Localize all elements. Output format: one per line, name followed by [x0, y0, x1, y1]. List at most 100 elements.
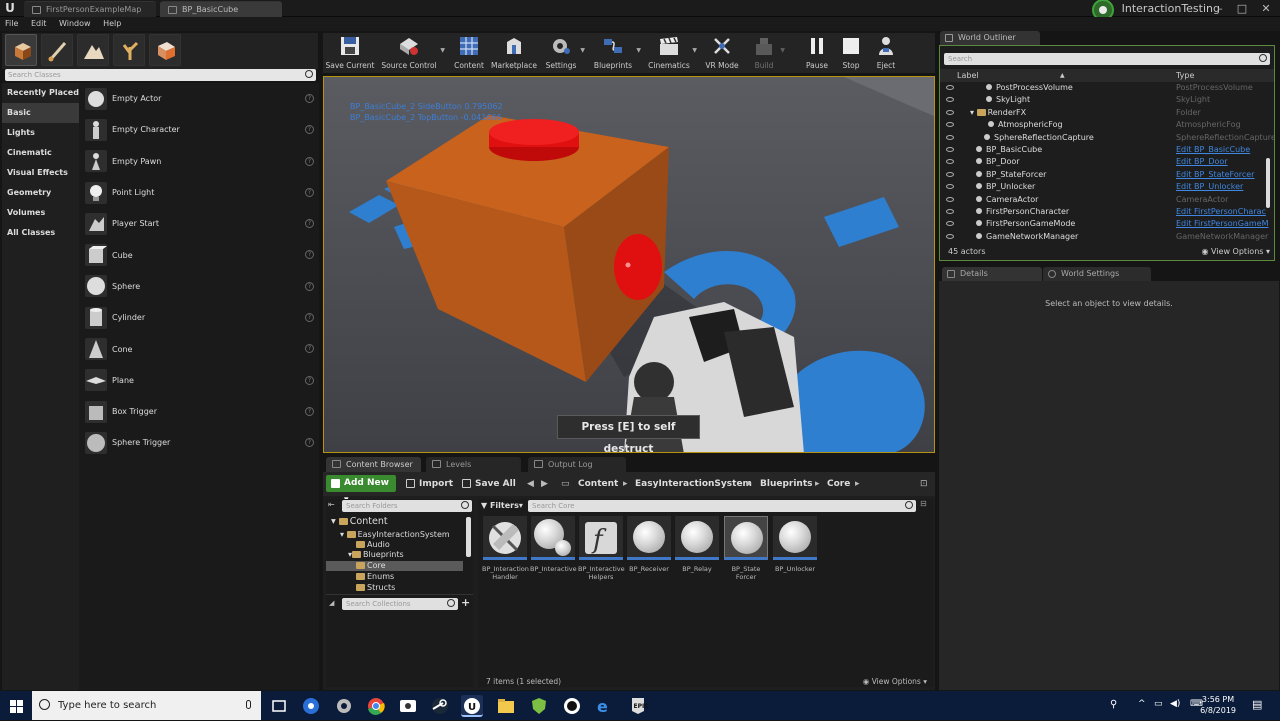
- outliner-scrollbar[interactable]: [1266, 158, 1270, 208]
- start-button[interactable]: [0, 691, 32, 720]
- visibility-eye-icon[interactable]: [946, 109, 954, 115]
- outliner-row[interactable]: ▾ RenderFX Folder: [940, 107, 1274, 119]
- visibility-eye-icon[interactable]: [946, 184, 954, 190]
- search-core-input[interactable]: Search Core: [528, 500, 916, 512]
- place-item-plane[interactable]: Plane?: [79, 365, 319, 396]
- save-all-button[interactable]: Save All: [462, 476, 516, 492]
- help-icon[interactable]: ?: [305, 125, 314, 135]
- pause-button[interactable]: Pause: [801, 33, 833, 73]
- steam-icon[interactable]: [429, 695, 451, 717]
- notifications-icon[interactable]: ▤: [1252, 698, 1262, 711]
- category-basic[interactable]: Basic: [2, 103, 79, 123]
- tree-enums[interactable]: Enums: [356, 572, 394, 582]
- edit-blueprint-link[interactable]: Edit BP_StateForcer: [1176, 169, 1254, 181]
- taskbar-clock[interactable]: 3:56 PM 6/8/2019: [1200, 694, 1236, 716]
- place-item-cylinder[interactable]: Cylinder?: [79, 302, 319, 333]
- outliner-row[interactable]: GameNetworkManager GameNetworkManager: [940, 231, 1274, 242]
- tab-bp-basic-cube[interactable]: BP_BasicCube: [160, 1, 282, 17]
- category-recently-placed[interactable]: Recently Placed: [2, 83, 79, 103]
- outliner-row[interactable]: SphereReflectionCapture SphereReflectionC…: [940, 132, 1274, 144]
- edit-blueprint-link[interactable]: Edit FirstPersonGameM: [1176, 218, 1268, 230]
- blueprints-button[interactable]: Blueprints ▼: [591, 33, 641, 73]
- save-search-icon[interactable]: ⊟: [920, 499, 927, 508]
- outliner-row[interactable]: SkyLight SkyLight: [940, 94, 1274, 106]
- visibility-eye-icon[interactable]: [946, 196, 954, 202]
- asset-bp-unlocker[interactable]: BP_Unlocker: [772, 516, 818, 573]
- outliner-row[interactable]: CameraActor CameraActor: [940, 194, 1274, 206]
- help-icon[interactable]: ?: [305, 438, 314, 448]
- visibility-eye-icon[interactable]: [946, 159, 954, 165]
- network-icon[interactable]: ▭: [1154, 699, 1163, 709]
- filters-button[interactable]: ▼ Filters▾: [481, 500, 525, 512]
- asset-bp-interactive-helpers[interactable]: f BP_Interactive Helpers: [578, 516, 625, 581]
- visibility-eye-icon[interactable]: [946, 122, 954, 128]
- epic-games-icon[interactable]: EPIC: [627, 695, 649, 717]
- place-item-point-light[interactable]: Point Light?: [79, 177, 319, 208]
- tree-blueprints[interactable]: ▾ Blueprints: [348, 550, 404, 560]
- place-mode-button[interactable]: [5, 34, 37, 66]
- help-icon[interactable]: ?: [305, 94, 314, 103]
- help-icon[interactable]: ?: [305, 156, 314, 166]
- breadcrumb-easy-interaction-system[interactable]: EasyInteractionSystem: [635, 476, 752, 492]
- category-all-classes[interactable]: All Classes: [2, 223, 79, 243]
- source-control-button[interactable]: Source Control ▼: [379, 33, 445, 73]
- people-icon[interactable]: ⚲: [1110, 699, 1117, 710]
- category-geometry[interactable]: Geometry: [2, 183, 79, 203]
- outliner-view-options-button[interactable]: ◉ View Options ▾: [1202, 244, 1271, 260]
- show-hidden-icons-icon[interactable]: ^: [1138, 699, 1146, 709]
- cinematics-button[interactable]: Cinematics ▼: [647, 33, 697, 73]
- outliner-search-input[interactable]: Search: [944, 53, 1270, 65]
- category-visual-effects[interactable]: Visual Effects: [2, 163, 79, 183]
- landscape-mode-button[interactable]: [77, 34, 109, 66]
- visibility-eye-icon[interactable]: [946, 134, 954, 140]
- visibility-eye-icon[interactable]: [946, 147, 954, 152]
- tree-scrollbar[interactable]: [466, 517, 471, 557]
- edit-blueprint-link[interactable]: Edit FirstPersonCharac: [1176, 206, 1266, 218]
- visibility-eye-icon[interactable]: [946, 233, 954, 239]
- close-button[interactable]: ✕: [1256, 0, 1276, 17]
- breadcrumb-blueprints[interactable]: Blueprints: [760, 476, 813, 492]
- outliner-row[interactable]: BP_StateForcer Edit BP_StateForcer: [940, 169, 1274, 181]
- menu-file[interactable]: File: [0, 17, 23, 31]
- column-label[interactable]: Label: [957, 69, 979, 82]
- view-options-button[interactable]: ◉ View Options ▾: [863, 677, 927, 686]
- add-collection-icon[interactable]: +: [461, 596, 470, 609]
- breadcrumb-core[interactable]: Core: [827, 476, 850, 492]
- tab-levels[interactable]: Levels: [426, 457, 521, 472]
- vr-mode-button[interactable]: VR Mode: [703, 33, 741, 73]
- task-view-icon[interactable]: [268, 695, 290, 717]
- menu-help[interactable]: Help: [98, 17, 126, 31]
- content-button[interactable]: Content: [449, 33, 489, 73]
- tab-world-settings[interactable]: World Settings: [1043, 267, 1151, 281]
- help-icon[interactable]: ?: [305, 406, 314, 416]
- breadcrumb-content[interactable]: Content: [578, 476, 618, 492]
- lock-icon[interactable]: ⊡: [920, 476, 928, 492]
- tab-details[interactable]: Details: [942, 267, 1042, 281]
- shield-icon[interactable]: [528, 695, 550, 717]
- visibility-eye-icon[interactable]: [946, 97, 954, 103]
- place-item-empty-actor[interactable]: Empty Actor?: [79, 83, 319, 114]
- outliner-row[interactable]: AtmosphericFog AtmosphericFog: [940, 119, 1274, 131]
- column-type[interactable]: Type: [1176, 69, 1194, 82]
- edit-blueprint-link[interactable]: Edit BP_Door: [1176, 156, 1228, 168]
- asset-bp-interaction-handler[interactable]: BP_Interaction Handler: [482, 516, 529, 581]
- screen-recorder-icon[interactable]: [397, 695, 419, 717]
- visibility-eye-icon[interactable]: [946, 221, 954, 227]
- eject-button[interactable]: Eject: [871, 33, 901, 73]
- place-item-sphere[interactable]: Sphere?: [79, 271, 319, 302]
- tab-world-outliner[interactable]: World Outliner: [940, 31, 1040, 45]
- place-item-empty-pawn[interactable]: Empty Pawn?: [79, 146, 319, 177]
- collapse-sources-icon[interactable]: ⇤: [328, 500, 335, 509]
- edit-blueprint-link[interactable]: Edit BP_BasicCube: [1176, 144, 1250, 156]
- edge-icon[interactable]: e: [594, 695, 616, 717]
- tab-first-person-map[interactable]: FirstPersonExampleMap: [24, 1, 156, 17]
- asset-bp-relay[interactable]: BP_Relay: [674, 516, 720, 573]
- outliner-row[interactable]: FirstPersonGameMode Edit FirstPersonGameM: [940, 218, 1274, 230]
- category-lights[interactable]: Lights: [2, 123, 79, 143]
- visibility-eye-icon[interactable]: [946, 85, 954, 90]
- visibility-eye-icon[interactable]: [946, 209, 954, 214]
- add-new-button[interactable]: Add New ▾: [326, 475, 396, 505]
- microphone-icon[interactable]: [246, 700, 251, 709]
- level-viewport[interactable]: BP_BasicCube_2 SideButton 0.795062 BP_Ba…: [323, 76, 935, 453]
- help-icon[interactable]: ?: [305, 344, 314, 354]
